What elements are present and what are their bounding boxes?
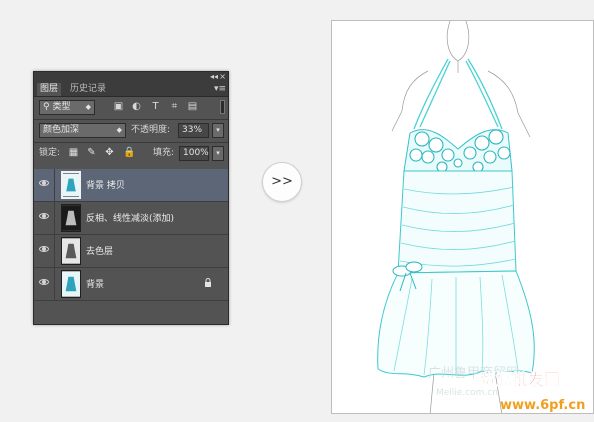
chevron-updown-icon: ◆	[116, 126, 122, 134]
visibility-toggle[interactable]	[34, 169, 55, 201]
layer-row-background[interactable]: 背景	[34, 268, 228, 301]
badge-title: 货源批发网	[480, 370, 560, 389]
opacity-dropdown[interactable]: ▾	[212, 123, 224, 138]
layer-thumbnail	[61, 270, 81, 298]
visibility-toggle[interactable]	[34, 202, 55, 234]
lock-position-icon[interactable]: ✥	[104, 147, 115, 159]
lock-icon	[205, 278, 211, 287]
layer-row-background-copy[interactable]: 背景 拷贝	[34, 169, 228, 202]
panel-tabs: 图层 历史记录 ▾≡	[34, 82, 228, 97]
visibility-toggle[interactable]	[34, 268, 55, 300]
lock-row: 锁定: ▦ ✎ ✥ 🔒 填充: 100% ▾	[37, 146, 225, 162]
divider	[34, 119, 228, 120]
opacity-label: 不透明度:	[131, 125, 171, 135]
search-icon: ⚲	[43, 102, 50, 112]
lock-all-icon[interactable]: 🔒	[123, 147, 135, 159]
layer-thumbnail	[61, 204, 81, 232]
lock-transparent-icon[interactable]: ▦	[68, 147, 79, 159]
fill-label: 填充:	[153, 148, 175, 158]
blend-row: 颜色加深 ◆ 不透明度: 33% ▾	[37, 123, 225, 139]
eye-icon	[39, 246, 49, 252]
tab-history[interactable]: 历史记录	[67, 83, 109, 96]
filter-type-icon[interactable]: T	[150, 101, 161, 112]
blend-mode-value: 颜色加深	[43, 125, 80, 135]
divider	[34, 142, 228, 143]
layer-thumbnail	[61, 171, 81, 199]
layer-row-desaturate[interactable]: 去色层	[34, 235, 228, 268]
panel-title-strip: ◂◂ ×	[34, 72, 228, 82]
badge-url: www.6pf.cn	[500, 398, 585, 413]
dress-sketch: 广州鲁甲商贸网 Mellie.com.cn 货源批发网 www.6pf.cn	[377, 21, 585, 413]
tab-layers[interactable]: 图层	[37, 83, 62, 96]
lock-label: 锁定:	[39, 148, 61, 158]
filter-shape-icon[interactable]: ⌗	[169, 101, 180, 112]
collapse-icon[interactable]: ◂◂	[210, 72, 218, 82]
filter-kind-select[interactable]: ⚲ 类型 ◆	[39, 100, 95, 115]
layer-name: 背景	[86, 280, 105, 290]
blend-mode-select[interactable]: 颜色加深 ◆	[39, 123, 126, 138]
layer-name: 去色层	[86, 247, 114, 257]
layers-panel: ◂◂ × 图层 历史记录 ▾≡ ⚲ 类型 ◆ ▣ ◐ T ⌗ ▤ 颜色加深 ◆ …	[33, 71, 229, 325]
fill-input[interactable]: 100%	[179, 146, 209, 161]
chevron-updown-icon: ◆	[85, 103, 91, 111]
layer-filter-row: ⚲ 类型 ◆ ▣ ◐ T ⌗ ▤	[37, 100, 225, 116]
visibility-toggle[interactable]	[34, 235, 55, 267]
layer-thumbnail	[61, 237, 81, 265]
lock-paint-icon[interactable]: ✎	[86, 147, 97, 159]
opacity-input[interactable]: 33%	[178, 123, 209, 138]
filter-kind-label: 类型	[52, 102, 71, 112]
result-image: 广州鲁甲商贸网 Mellie.com.cn 货源批发网 www.6pf.cn	[331, 20, 594, 414]
eye-icon	[39, 279, 49, 285]
layer-name: 背景 拷贝	[86, 181, 125, 191]
filter-pixel-icon[interactable]: ▣	[113, 101, 124, 112]
filter-adjustment-icon[interactable]: ◐	[131, 101, 142, 112]
layers-list: 背景 拷贝 反相、线性减淡(添加) 去色层 背景	[34, 169, 228, 301]
eye-icon	[39, 213, 49, 219]
close-icon[interactable]: ×	[219, 72, 226, 82]
filter-toggle[interactable]	[220, 100, 225, 114]
filter-smartobject-icon[interactable]: ▤	[187, 101, 198, 112]
next-arrow-button: >>	[262, 162, 302, 202]
eye-icon	[39, 180, 49, 186]
watermark-url: Mellie.com.cn	[436, 388, 498, 398]
panel-menu-icon[interactable]: ▾≡	[214, 83, 226, 95]
fill-dropdown[interactable]: ▾	[212, 146, 224, 161]
layer-row-invert[interactable]: 反相、线性减淡(添加)	[34, 202, 228, 235]
layer-name: 反相、线性减淡(添加)	[86, 214, 175, 224]
arrow-label: >>	[271, 174, 293, 189]
